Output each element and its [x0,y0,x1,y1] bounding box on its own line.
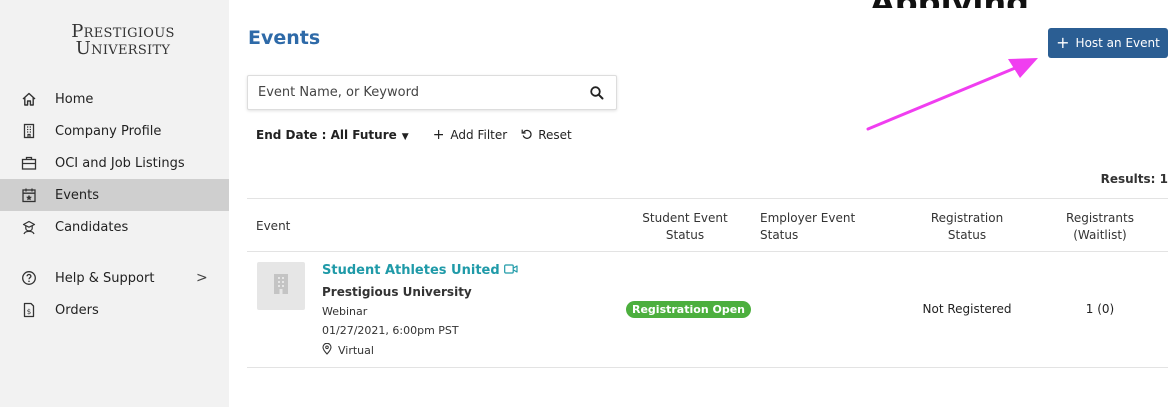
column-header-student-status: Student Event Status [642,211,728,242]
registrants-cell: 1 (0) [1085,302,1115,316]
event-title: Student Athletes United [322,263,500,278]
end-date-label: End Date : All Future [256,128,397,142]
column-header-registration-status: Registration Status [930,211,1004,242]
sidebar-item-label: Help & Support [55,270,155,286]
event-location: Virtual [322,342,374,358]
search-input[interactable] [248,76,578,109]
calendar-icon [21,187,37,203]
sidebar-item-company-profile[interactable]: Company Profile [0,115,229,147]
search-box [247,75,617,110]
sidebar-item-label: OCI and Job Listings [55,155,185,171]
search-icon[interactable] [589,85,605,101]
plus-icon: + [432,127,445,143]
status-badge: Registration Open [626,301,751,318]
help-icon [21,270,37,286]
filter-bar: End Date : All Future ▼ + Add Filter Rese… [256,126,572,144]
reset-label: Reset [538,128,572,142]
university-logo[interactable]: Prestigious University [63,23,183,59]
sidebar-item-label: Candidates [55,219,129,235]
svg-text:$: $ [27,308,31,316]
sidebar-item-home[interactable]: Home [0,83,229,115]
receipt-icon: $ [21,302,37,318]
candidates-icon [21,219,37,235]
table-divider [247,198,1168,199]
location-pin-icon [322,342,332,358]
page-title: Events [248,27,321,49]
event-title-link[interactable]: Student Athletes United [322,263,518,278]
event-location-text: Virtual [338,344,374,357]
sidebar: Prestigious University Home Company Prof… [0,0,229,407]
briefcase-icon [21,155,37,171]
plus-icon: + [1056,33,1070,52]
video-camera-icon [503,263,518,278]
sidebar-item-candidates[interactable]: Candidates [0,211,229,243]
reset-icon [521,128,533,143]
table-divider [247,251,1168,252]
chevron-right-icon: > [196,270,208,286]
caret-down-icon: ▼ [401,132,409,142]
event-thumbnail[interactable] [257,262,305,310]
add-filter-button[interactable]: + Add Filter [433,127,508,143]
column-header-event: Event [256,219,291,233]
host-event-label: Host an Event [1075,36,1160,50]
column-header-employer-status: Employer Event Status [760,211,856,242]
end-date-filter[interactable]: End Date : All Future ▼ [256,128,409,142]
building-icon [21,123,37,139]
event-type: Webinar [322,305,368,318]
sidebar-item-events[interactable]: Events [0,179,229,211]
sidebar-item-label: Company Profile [55,123,162,139]
annotation-arrow [866,58,1038,131]
sidebar-item-label: Orders [55,302,99,318]
sidebar-item-label: Home [55,91,94,107]
registration-status-cell: Not Registered [922,302,1012,316]
event-datetime: 01/27/2021, 6:00pm PST [322,324,459,337]
reset-button[interactable]: Reset [521,128,572,143]
building-icon [271,273,291,299]
event-organizer: Prestigious University [322,285,472,299]
results-count: Results: 1 [1100,172,1168,186]
sidebar-item-help-support[interactable]: Help & Support > [0,262,229,294]
sidebar-item-label: Events [55,187,100,203]
sidebar-item-orders[interactable]: $ Orders [0,294,229,326]
home-icon [21,91,37,107]
logo-line-2: University [75,38,171,59]
table-divider [247,367,1168,368]
overlay-caption: Applying [870,0,1168,8]
add-filter-label: Add Filter [450,128,508,142]
sidebar-item-oci-job-listings[interactable]: OCI and Job Listings [0,147,229,179]
host-event-button[interactable]: + Host an Event [1048,28,1168,58]
column-header-registrants: Registrants (Waitlist) [1066,211,1134,242]
